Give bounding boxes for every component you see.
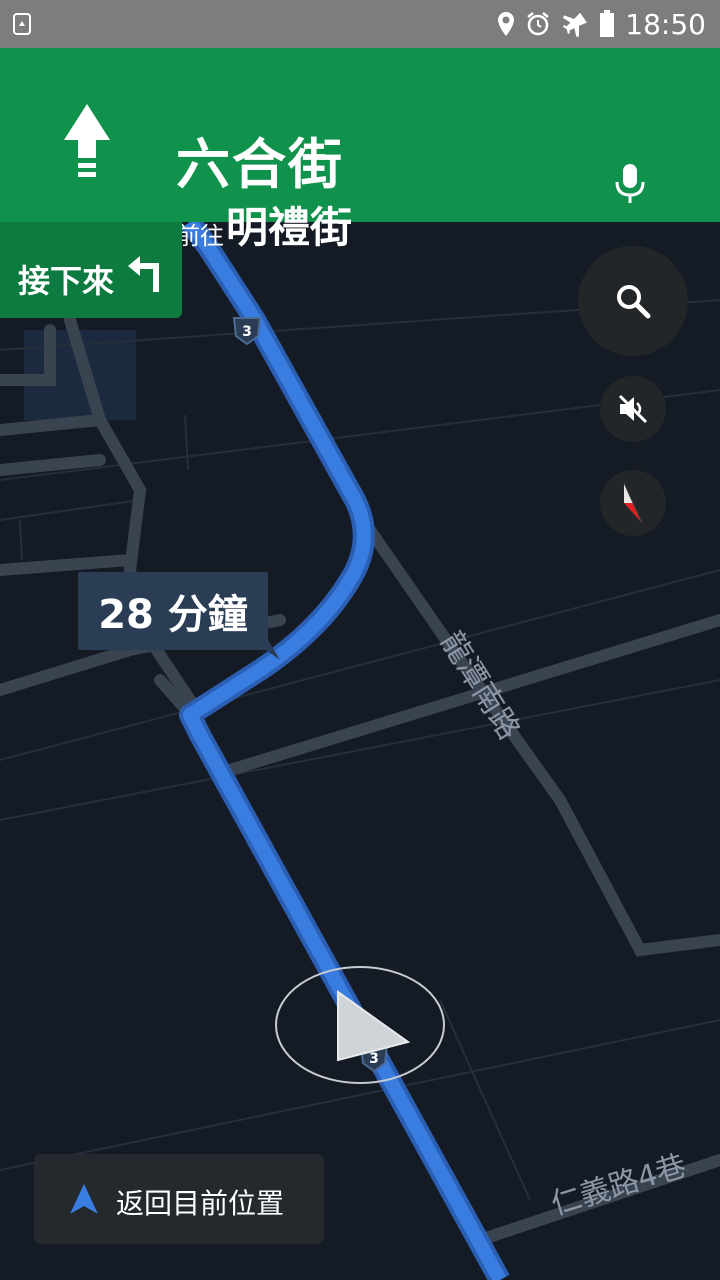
recenter-button[interactable]: 返回目前位置: [34, 1154, 324, 1244]
straight-arrow-icon: [64, 104, 110, 177]
eta-label: 28 分鐘: [98, 592, 248, 638]
search-button[interactable]: [578, 246, 688, 356]
next-step-label: 接下來: [18, 262, 115, 300]
toward-prefix: 前往: [176, 222, 224, 250]
map-view[interactable]: 3 3 龍潭南路 仁義路4巷: [0, 222, 720, 1280]
status-time: 18:50: [625, 7, 706, 41]
status-bar: 18:50: [0, 0, 720, 48]
battery-icon: [600, 10, 615, 37]
airplane-mode-icon: [563, 12, 588, 38]
current-street: 六合街: [176, 133, 344, 196]
search-icon: [617, 285, 651, 319]
compass-icon: [623, 482, 643, 524]
toward-destination: 前往 明禮街: [176, 194, 352, 255]
alarm-icon: [527, 12, 550, 36]
navigation-arrow-icon: [70, 1184, 98, 1214]
recenter-label: 返回目前位置: [116, 1187, 285, 1220]
mute-button[interactable]: [600, 376, 666, 442]
route-shield-label: 3: [242, 324, 252, 340]
recycle-icon: [13, 13, 31, 35]
compass-button[interactable]: [600, 470, 666, 536]
navigation-banner[interactable]: 六合街 前往 明禮街: [0, 48, 720, 252]
next-step-chip[interactable]: 接下來: [0, 222, 182, 318]
sound-muted-icon: [618, 394, 648, 424]
turn-left-icon: [128, 256, 159, 292]
route-shield-label: 3: [369, 1051, 379, 1067]
microphone-icon[interactable]: [610, 162, 650, 206]
location-pin-icon: [498, 12, 515, 36]
eta-callout: 28 分鐘: [78, 572, 268, 650]
toward-street: 明禮街: [226, 203, 353, 252]
eta-callout-pointer: [252, 640, 280, 660]
